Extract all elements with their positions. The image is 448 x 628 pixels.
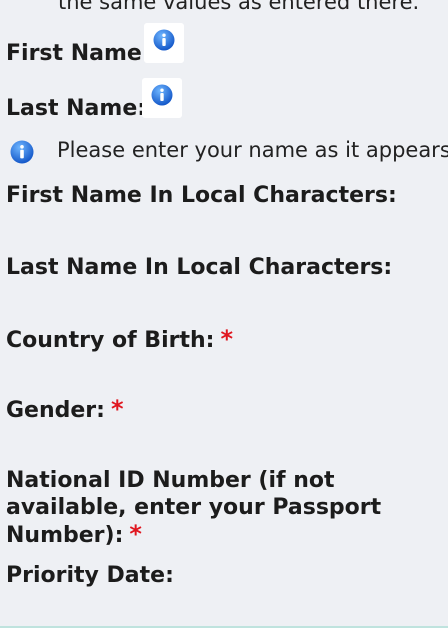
required-asterisk: * bbox=[129, 520, 142, 548]
national-id-label-text: National ID Number (if not available, en… bbox=[6, 468, 382, 548]
country-of-birth-label: Country of Birth: * bbox=[6, 326, 233, 354]
required-asterisk: * bbox=[220, 325, 233, 353]
first-name-info-button[interactable] bbox=[144, 23, 184, 63]
name-hint-text: Please enter your name as it appears bbox=[57, 138, 448, 162]
last-name-local-label-text: Last Name In Local Characters: bbox=[6, 255, 393, 280]
national-id-label: National ID Number (if not available, en… bbox=[6, 467, 426, 549]
header-note: the same values as entered there. bbox=[58, 0, 420, 14]
priority-date-label-text: Priority Date: bbox=[6, 563, 174, 588]
required-asterisk: * bbox=[110, 395, 124, 423]
last-name-info-button[interactable] bbox=[142, 78, 182, 118]
last-name-label-text: Last Name: bbox=[6, 96, 147, 121]
first-name-label: First Name: bbox=[6, 40, 151, 67]
first-name-local-label-text: First Name In Local Characters: bbox=[6, 183, 397, 208]
gender-label: Gender: * bbox=[6, 396, 124, 424]
info-icon bbox=[151, 84, 173, 106]
last-name-label: Last Name: bbox=[6, 95, 146, 122]
country-of-birth-label-text: Country of Birth: bbox=[6, 328, 215, 353]
priority-date-label: Priority Date: bbox=[6, 562, 174, 589]
gender-label-text: Gender: bbox=[6, 398, 105, 423]
last-name-local-label: Last Name In Local Characters: bbox=[6, 254, 392, 281]
first-name-local-label: First Name In Local Characters: bbox=[6, 182, 397, 209]
info-icon bbox=[153, 29, 175, 51]
first-name-label-text: First Name: bbox=[6, 41, 151, 66]
info-icon bbox=[10, 140, 34, 164]
